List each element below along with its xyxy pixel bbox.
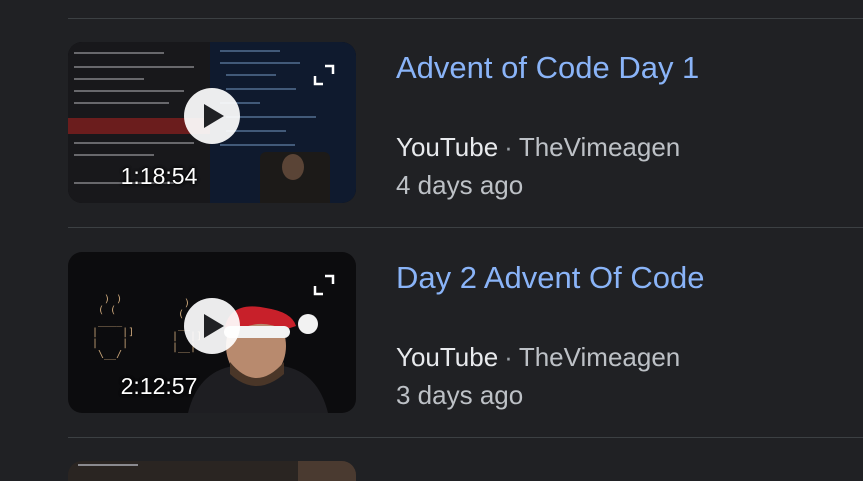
next-video-thumbnail[interactable] [68, 461, 356, 481]
video-thumbnail[interactable]: 1:18:54 [68, 42, 356, 203]
result-divider [68, 437, 863, 438]
video-source: YouTube [396, 132, 499, 162]
video-duration: 1:18:54 [120, 163, 198, 189]
video-channel: TheVimeagen [518, 342, 681, 372]
expand-icon[interactable] [313, 274, 335, 301]
video-thumbnail[interactable]: ) ) ( ( ____ | |] | | \__/ ) ( __ | |] |… [68, 252, 356, 413]
video-channel: TheVimeagen [518, 132, 681, 162]
video-title-link[interactable]: Advent of Code Day 1 [396, 50, 699, 86]
thumbnail-ascii-art: ) ) ( ( ____ | |] | | \__/ [92, 294, 135, 360]
video-source-line: YouTube · TheVimeagen [396, 342, 680, 373]
video-duration: 2:12:57 [120, 373, 198, 399]
video-title-link[interactable]: Day 2 Advent Of Code [396, 260, 704, 296]
video-source-line: YouTube · TheVimeagen [396, 132, 680, 163]
video-result: ) ) ( ( ____ | |] | | \__/ ) ( __ | |] |… [68, 252, 863, 413]
top-divider [68, 18, 863, 19]
play-icon[interactable] [184, 88, 240, 144]
video-age: 4 days ago [396, 170, 524, 200]
meta-separator: · [504, 132, 513, 162]
meta-separator: · [504, 342, 513, 372]
video-result: 1:18:54 Advent of Code Day 1 YouTube · The… [68, 42, 863, 203]
video-age: 3 days ago [396, 380, 524, 410]
video-source: YouTube [396, 342, 499, 372]
expand-icon[interactable] [313, 64, 335, 91]
play-icon[interactable] [184, 298, 240, 354]
result-divider [68, 227, 863, 228]
